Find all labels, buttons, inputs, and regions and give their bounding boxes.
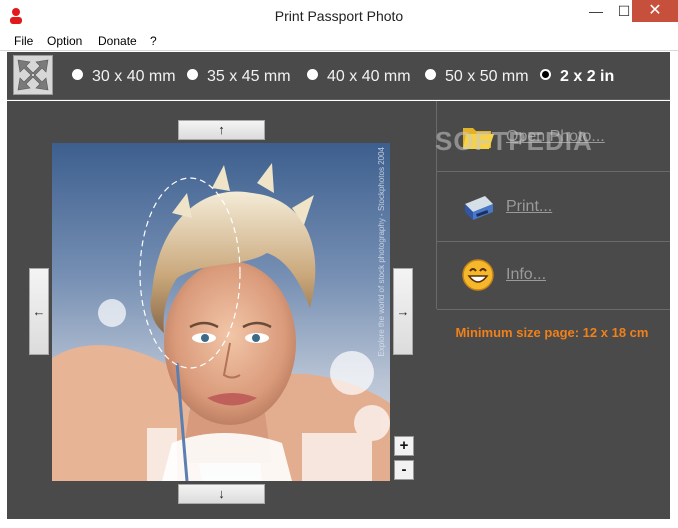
print-button[interactable]: Print... — [437, 174, 670, 242]
move-up-button[interactable]: ↑ — [178, 120, 265, 140]
close-button[interactable]: ✕ — [632, 0, 678, 22]
menu-option[interactable]: Option — [47, 34, 82, 48]
softpedia-watermark: SOFTPEDIA — [435, 126, 593, 156]
radio-icon — [72, 69, 83, 80]
minimum-size-text: Minimum size page: 12 x 18 cm — [455, 325, 649, 340]
smiley-icon — [462, 259, 494, 291]
radio-icon — [425, 69, 436, 80]
move-right-button[interactable]: → — [393, 268, 413, 355]
size-option-30x40[interactable]: 30 x 40 mm — [72, 68, 176, 86]
minimize-button[interactable]: — — [582, 0, 610, 22]
radio-icon — [307, 69, 318, 80]
move-left-button[interactable]: ← — [29, 268, 49, 355]
move-arrows-icon — [17, 59, 49, 91]
photo-watermark: Explore the world of stock photography -… — [377, 147, 386, 357]
menu-donate[interactable]: Donate — [98, 34, 137, 48]
size-option-40x40[interactable]: 40 x 40 mm — [307, 68, 411, 86]
size-option-35x45[interactable]: 35 x 45 mm — [187, 68, 291, 86]
move-down-button[interactable]: ↓ — [178, 484, 265, 504]
radio-selected-icon — [540, 69, 551, 80]
photo-preview[interactable]: Explore the world of stock photography -… — [52, 143, 390, 481]
printer-icon — [465, 196, 493, 220]
zoom-in-button[interactable]: + — [394, 436, 414, 456]
size-toolbar: 30 x 40 mm 35 x 45 mm 40 x 40 mm 50 x 50… — [7, 52, 670, 100]
info-button[interactable]: Info... — [437, 242, 670, 310]
window-title: Print Passport Photo — [274, 8, 404, 24]
move-button[interactable] — [13, 55, 53, 95]
menu-help[interactable]: ? — [150, 34, 157, 48]
menu-bar: File Option Donate ? — [0, 32, 678, 51]
zoom-out-button[interactable]: - — [394, 460, 414, 480]
size-option-2x2in[interactable]: 2 x 2 in — [540, 68, 614, 86]
title-bar: Print Passport Photo — ☐ ✕ — [0, 0, 678, 32]
menu-file[interactable]: File — [14, 34, 33, 48]
portrait-image — [52, 163, 390, 481]
window-frame-bottom — [0, 519, 678, 528]
radio-icon — [187, 69, 198, 80]
size-option-50x50[interactable]: 50 x 50 mm — [425, 68, 529, 86]
info-label: Info... — [506, 266, 547, 283]
print-label: Print... — [506, 198, 553, 215]
